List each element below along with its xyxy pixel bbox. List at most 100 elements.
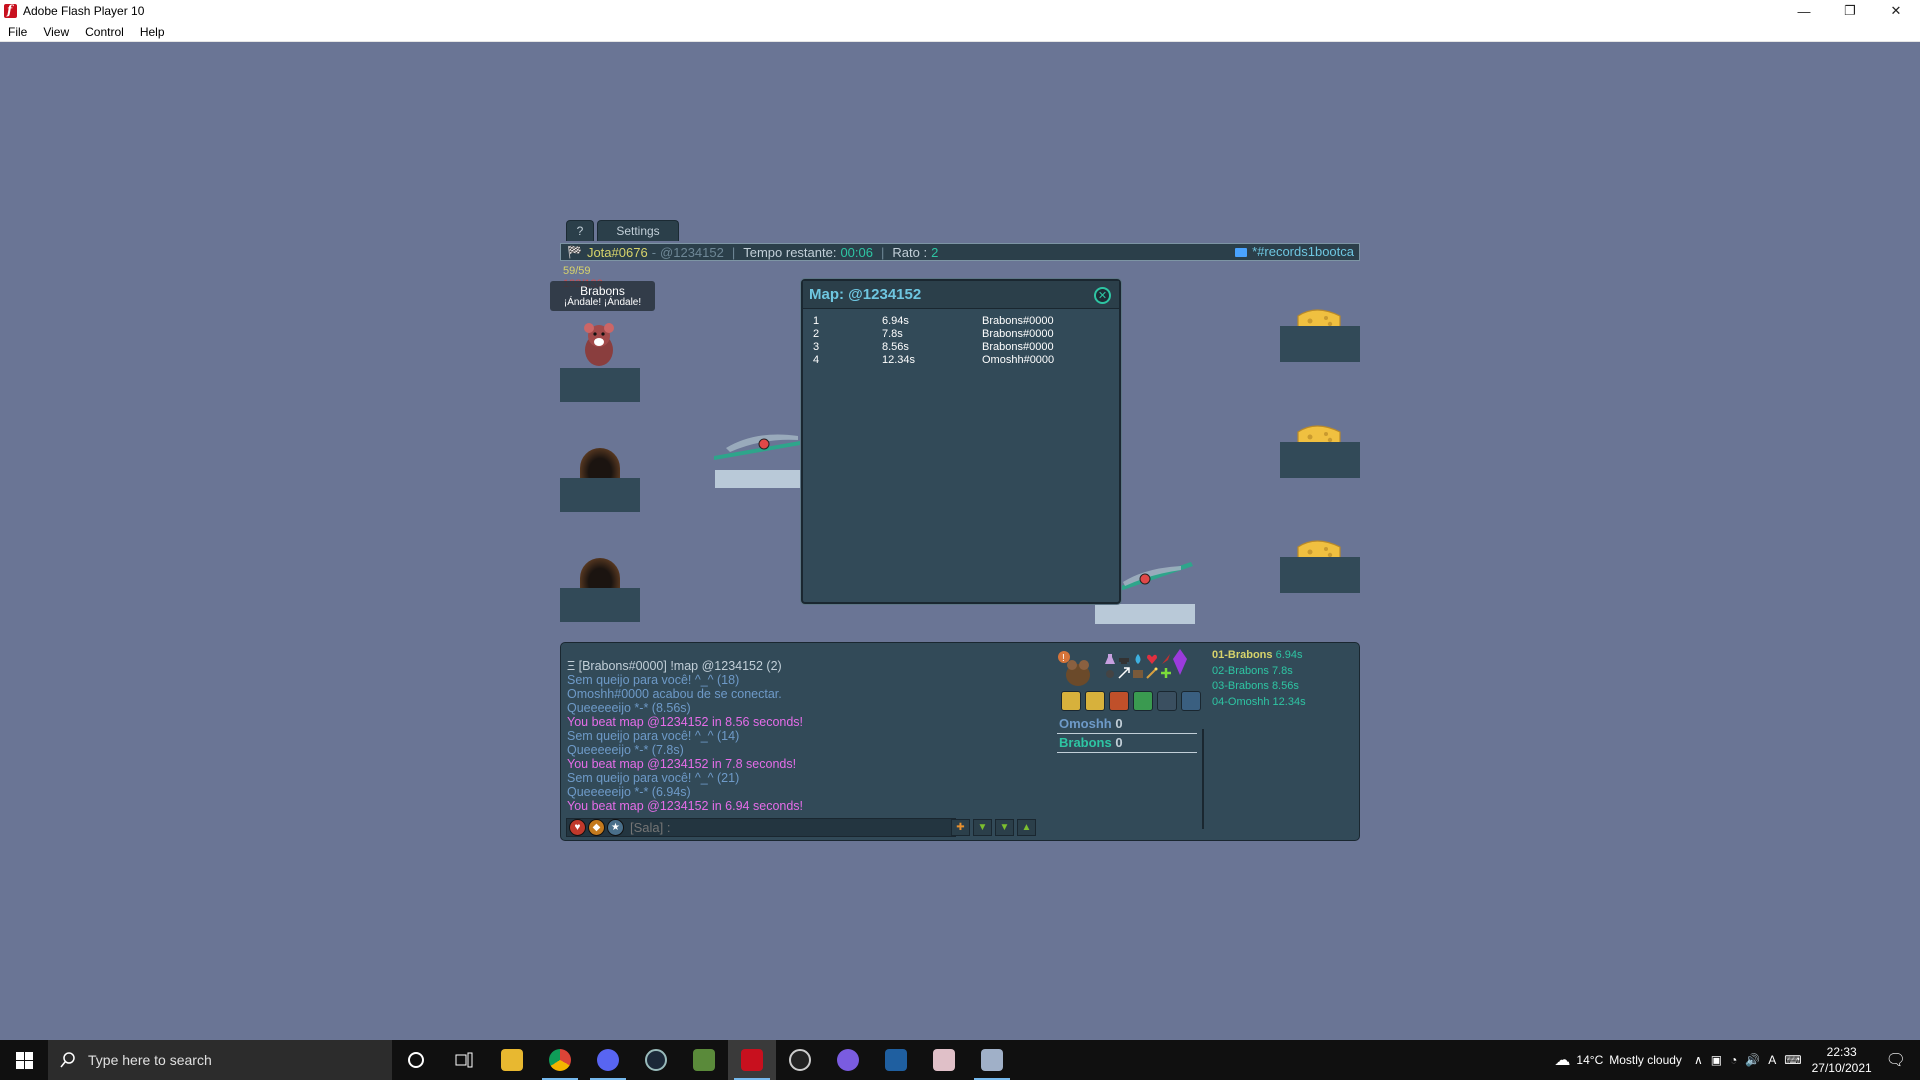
clock-date: 27/10/2021 <box>1811 1061 1872 1075</box>
chat-bubble-icon[interactable] <box>1133 691 1153 711</box>
keyboard-icon[interactable]: ⌨ <box>1784 1053 1801 1067</box>
chevron-up-icon[interactable]: ∧ <box>1694 1053 1703 1067</box>
room-name-text: *#records1bootca <box>1252 244 1354 259</box>
menu-help[interactable]: Help <box>132 25 173 39</box>
wand-icon[interactable] <box>1146 667 1158 679</box>
close-popup-button[interactable]: ✕ <box>1094 287 1111 304</box>
current-map-code: @1234152 <box>660 244 724 260</box>
task-view-button[interactable] <box>440 1040 488 1080</box>
emote-buttons: ✚ ▼ ▼ ▲ <box>951 819 1036 836</box>
divider: | <box>881 244 885 260</box>
chat-message: You beat map @1234152 in 7.8 seconds! <box>567 757 797 771</box>
taskbar-steam[interactable] <box>632 1040 680 1080</box>
player-nameplate-name: Brabons <box>580 284 625 298</box>
restore-button[interactable]: ❐ <box>1827 0 1873 22</box>
network-icon[interactable]: ◔ <box>1730 1053 1737 1067</box>
room-name[interactable]: *#records1bootca <box>1235 244 1354 259</box>
taskbar-vegas[interactable] <box>872 1040 920 1080</box>
heart-item-icon[interactable] <box>1146 653 1158 665</box>
weather-cloud-icon: ☁ <box>1554 1052 1571 1069</box>
notifications-icon[interactable]: 🗨 <box>1886 1050 1906 1070</box>
chat-message: Queeeeeijo *-* (8.56s) <box>567 701 691 715</box>
obs-icon <box>789 1049 811 1071</box>
record-rank: 4 <box>813 354 820 366</box>
ranking-row: 02-Brabons 7.8s <box>1212 664 1357 680</box>
minimize-button[interactable]: — <box>1781 0 1827 22</box>
task-view-icon <box>455 1052 473 1068</box>
potion-icon[interactable] <box>1104 653 1116 665</box>
weather-temp[interactable]: 14°C <box>1576 1053 1603 1067</box>
close-button[interactable]: ✕ <box>1873 0 1919 22</box>
cheese-platform <box>1280 557 1360 593</box>
discord-icon[interactable] <box>1157 691 1177 711</box>
chat-log: Ξ [Brabons#0000] !map @1234152 (2) Sem q… <box>567 659 1047 813</box>
record-row: 1 6.94s Brabons#0000 <box>813 315 1113 328</box>
drop-icon[interactable] <box>1132 653 1144 665</box>
taskbar-app-game[interactable] <box>968 1040 1016 1080</box>
taskbar-app-avatar[interactable] <box>920 1040 968 1080</box>
taskbar-chrome[interactable] <box>536 1040 584 1080</box>
taskbar-discord[interactable] <box>584 1040 632 1080</box>
profile-icon[interactable] <box>1109 691 1129 711</box>
seesaw-plank <box>714 434 806 460</box>
arrow-item-icon[interactable] <box>1118 667 1130 679</box>
cortana-button[interactable] <box>392 1040 440 1080</box>
volume-icon[interactable]: 🔊 <box>1745 1053 1760 1067</box>
taskbar-search[interactable]: Type here to search <box>48 1040 392 1080</box>
menu-control[interactable]: Control <box>77 25 132 39</box>
map-separator: - <box>651 244 657 260</box>
system-tray: ☁ 14°C Mostly cloudy ∧ ▣ ◔ 🔊 A ⌨ 22:33 2… <box>1554 1040 1920 1080</box>
meet-icon[interactable]: ▣ <box>1711 1053 1722 1067</box>
map-popup-title: Map: @1234152 <box>809 286 922 303</box>
help-tab-button[interactable]: ? <box>566 220 594 241</box>
menu-view[interactable]: View <box>35 25 77 39</box>
language-indicator[interactable]: A <box>1768 1053 1776 1067</box>
taskbar-minecraft[interactable] <box>680 1040 728 1080</box>
chat-message: Sem queijo para você! ^_^ (21) <box>567 771 740 785</box>
shield-icon[interactable]: ◆ <box>588 819 605 836</box>
chat-message: You beat map @1234152 in 6.94 seconds! <box>567 799 804 813</box>
chat-message: Omoshh#0000 acabou de se conectar. <box>567 687 782 701</box>
record-player: Brabons#0000 <box>982 315 1054 327</box>
crystal-icon[interactable] <box>1172 649 1188 675</box>
record-row: 4 12.34s Omoshh#0000 <box>813 354 1113 367</box>
settings-tab-button[interactable]: Settings <box>597 220 679 241</box>
steam-icon <box>645 1049 667 1071</box>
arrow-down-icon[interactable]: ▼ <box>973 819 992 836</box>
record-row: 3 8.56s Brabons#0000 <box>813 341 1113 354</box>
chat-input[interactable] <box>630 820 930 835</box>
cortana-icon <box>408 1052 424 1068</box>
taskbar-flash-player[interactable] <box>728 1040 776 1080</box>
menu-list-icon[interactable] <box>1085 691 1105 711</box>
shop-icon[interactable] <box>1061 691 1081 711</box>
ranking-label: 03-Brabons <box>1212 680 1269 692</box>
taskbar-app-purple[interactable] <box>824 1040 872 1080</box>
arrow-down-alt-icon[interactable]: ▼ <box>995 819 1014 836</box>
menu-file[interactable]: File <box>0 25 35 39</box>
cannon-icon[interactable] <box>1104 667 1116 679</box>
emote-plus-icon[interactable]: ✚ <box>951 819 970 836</box>
plus-icon[interactable] <box>1160 667 1172 679</box>
score-row: Brabons 0 <box>1057 734 1197 753</box>
mouse-hole-icon <box>580 448 620 478</box>
arrow-up-icon[interactable]: ▲ <box>1017 819 1036 836</box>
feather-icon[interactable] <box>1160 653 1172 665</box>
taskbar-file-explorer[interactable] <box>488 1040 536 1080</box>
anvil-icon[interactable] <box>1118 653 1130 665</box>
record-time: 6.94s <box>882 315 909 327</box>
taskbar-obs[interactable] <box>776 1040 824 1080</box>
box-icon[interactable] <box>1132 667 1144 679</box>
title-bar: Adobe Flash Player 10 — ❐ ✕ <box>0 0 1920 22</box>
bottom-hud-panel: Ξ [Brabons#0000] !map @1234152 (2) Sem q… <box>560 642 1360 841</box>
chat-message: Sem queijo para você! ^_^ (18) <box>567 673 740 687</box>
chrome-icon <box>549 1049 571 1071</box>
heart-icon[interactable]: ♥ <box>569 819 586 836</box>
tribe-icon[interactable]: ★ <box>607 819 624 836</box>
start-button[interactable] <box>0 1040 48 1080</box>
room-flag-icon <box>1235 248 1248 258</box>
clock[interactable]: 22:33 27/10/2021 <box>1812 1044 1872 1076</box>
ranking-time: 7.8s <box>1271 664 1293 677</box>
fullscreen-icon[interactable] <box>1181 691 1201 711</box>
weather-text[interactable]: Mostly cloudy <box>1609 1053 1682 1067</box>
map-records-popup: Map: @1234152 ✕ 1 6.94s Brabons#0000 2 7… <box>801 279 1121 604</box>
